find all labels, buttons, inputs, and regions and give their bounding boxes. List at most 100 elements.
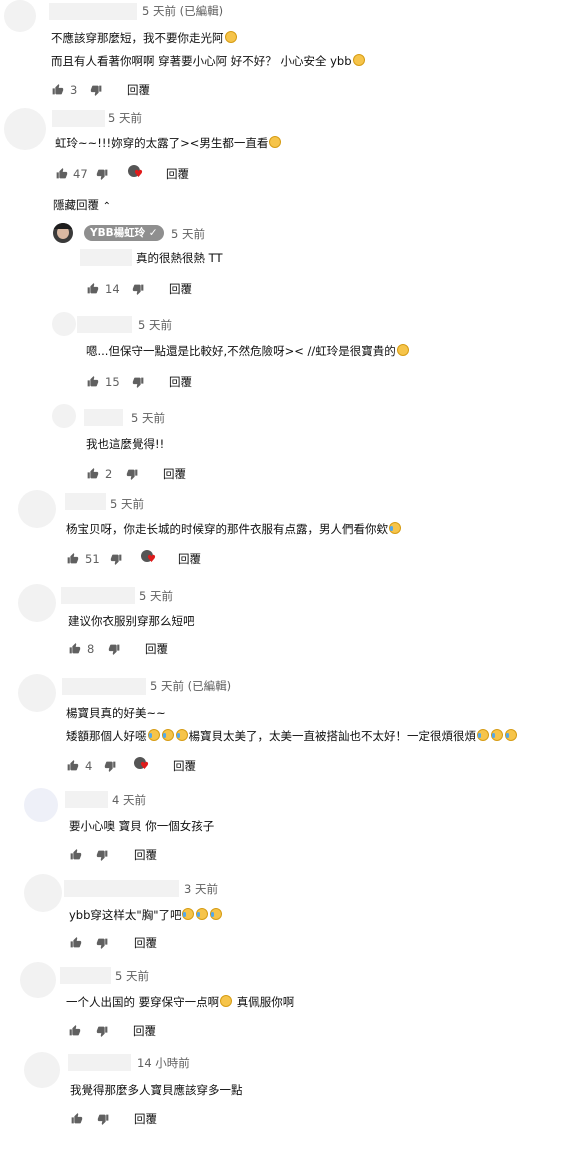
thumb-down-icon[interactable] bbox=[132, 283, 145, 296]
comment-time[interactable]: 5 天前 bbox=[171, 226, 205, 242]
reply-button[interactable]: 回覆 bbox=[166, 166, 189, 182]
comment-time[interactable]: 5 天前 bbox=[138, 317, 172, 333]
author-name[interactable] bbox=[60, 967, 111, 984]
avatar[interactable] bbox=[24, 1052, 60, 1088]
thumb-up-icon[interactable] bbox=[69, 936, 82, 949]
creator-heart-icon: ♥ bbox=[141, 550, 159, 568]
thumb-up-icon[interactable] bbox=[51, 83, 64, 96]
laughing-emoji-icon bbox=[147, 729, 160, 741]
comment: 5 天前 (已編輯) 楊寶貝真的好美~~ 矮額那個人好噁 楊寶貝太美了，太美一直被… bbox=[0, 672, 580, 782]
comment-time[interactable]: 5 天前 bbox=[108, 110, 142, 126]
thumb-up-icon[interactable] bbox=[66, 552, 79, 565]
thumb-down-icon[interactable] bbox=[110, 553, 123, 566]
sparkle-emoji-icon bbox=[396, 344, 409, 356]
thumb-up-icon[interactable] bbox=[68, 642, 81, 655]
thumb-down-icon[interactable] bbox=[96, 849, 109, 862]
thumb-up-icon[interactable] bbox=[86, 375, 99, 388]
thumb-down-icon[interactable] bbox=[96, 168, 109, 181]
comment-text: ybb穿这样太"胸"了吧 bbox=[69, 907, 223, 923]
author-name[interactable] bbox=[62, 678, 146, 695]
author-name[interactable] bbox=[65, 791, 108, 808]
thumb-up-icon[interactable] bbox=[66, 759, 79, 772]
reply-button[interactable]: 回覆 bbox=[134, 1111, 157, 1127]
reply-button[interactable]: 回覆 bbox=[169, 374, 192, 390]
thumb-up-icon[interactable] bbox=[69, 848, 82, 861]
avatar[interactable] bbox=[4, 0, 36, 32]
laughing-emoji-icon bbox=[182, 908, 195, 920]
thumb-down-icon[interactable] bbox=[104, 760, 117, 773]
thumb-down-icon[interactable] bbox=[90, 84, 103, 97]
avatar[interactable] bbox=[18, 674, 56, 712]
reply-button[interactable]: 回覆 bbox=[133, 1023, 156, 1039]
comment-text-line: 嗯...但保守一點還是比較好,不然危險呀>< //虹玲是很寶貴的 bbox=[86, 344, 396, 358]
avatar[interactable] bbox=[53, 223, 73, 243]
comment-actions: 14 回覆 bbox=[86, 281, 206, 299]
comment-text-line: 矮額那個人好噁 bbox=[66, 729, 147, 743]
author-name[interactable] bbox=[49, 3, 137, 20]
thumb-down-icon[interactable] bbox=[96, 937, 109, 950]
reply-button[interactable]: 回覆 bbox=[178, 551, 201, 567]
comment-text: 楊寶貝真的好美~~ bbox=[66, 706, 166, 720]
comment-text: 而且有人看著你啊啊 穿著要小心阿 好不好？ 小心安全 ybb bbox=[51, 53, 366, 69]
author-name: YBB楊虹玲 bbox=[90, 227, 146, 239]
avatar[interactable] bbox=[18, 584, 56, 622]
reply-button[interactable]: 回覆 bbox=[163, 466, 186, 482]
mention[interactable] bbox=[80, 249, 132, 266]
creator-author-chip[interactable]: YBB楊虹玲 ✓ bbox=[84, 225, 164, 241]
reply: 5 天前 我也這麼覺得!! 2 回覆 bbox=[0, 402, 580, 487]
comment-actions: 回覆 bbox=[69, 935, 189, 953]
hide-replies-button[interactable]: 隱藏回覆 ⌃ bbox=[53, 197, 111, 215]
like-count: 15 bbox=[105, 375, 120, 389]
reply-button[interactable]: 回覆 bbox=[173, 758, 196, 774]
comment-time[interactable]: 5 天前 (已編輯) bbox=[150, 678, 231, 694]
comment-time[interactable]: 5 天前 (已編輯) bbox=[142, 3, 223, 19]
reply: YBB楊虹玲 ✓ 5 天前 真的很熱很熱 TT 14 回覆 bbox=[0, 220, 580, 305]
reply-button[interactable]: 回覆 bbox=[145, 641, 168, 657]
comment-time[interactable]: 4 天前 bbox=[112, 792, 146, 808]
avatar[interactable] bbox=[20, 962, 56, 998]
author-name[interactable] bbox=[65, 493, 106, 510]
avatar[interactable] bbox=[52, 404, 76, 428]
comment-text-line: 杨宝贝呀，你走长城的时候穿的那件衣服有点露，男人們看你欸 bbox=[66, 522, 388, 536]
comment-time[interactable]: 5 天前 bbox=[110, 496, 144, 512]
author-name[interactable] bbox=[77, 316, 132, 333]
thumb-down-icon[interactable] bbox=[96, 1025, 109, 1038]
comment-time[interactable]: 5 天前 bbox=[131, 410, 165, 426]
author-name[interactable] bbox=[61, 587, 135, 604]
reply-button[interactable]: 回覆 bbox=[134, 935, 157, 951]
like-count: 47 bbox=[73, 167, 88, 181]
avatar[interactable] bbox=[4, 108, 46, 150]
like-count: 3 bbox=[70, 83, 78, 97]
avatar[interactable] bbox=[24, 874, 62, 912]
thumb-up-icon[interactable] bbox=[55, 167, 68, 180]
author-name[interactable] bbox=[84, 409, 123, 426]
thumb-down-icon[interactable] bbox=[97, 1113, 110, 1126]
author-name[interactable] bbox=[68, 1054, 131, 1071]
comment-text: 嗯...但保守一點還是比較好,不然危險呀>< //虹玲是很寶貴的 bbox=[86, 343, 410, 359]
thumb-up-icon[interactable] bbox=[68, 1024, 81, 1037]
laughing-emoji-icon bbox=[196, 908, 209, 920]
reply-button[interactable]: 回覆 bbox=[169, 281, 192, 297]
thumb-up-icon[interactable] bbox=[70, 1112, 83, 1125]
author-name[interactable] bbox=[52, 110, 105, 127]
comment-actions: 15 回覆 bbox=[86, 374, 206, 392]
comment-time[interactable]: 14 小時前 bbox=[137, 1055, 190, 1071]
author-name[interactable] bbox=[64, 880, 179, 897]
comment-time[interactable]: 3 天前 bbox=[184, 881, 218, 897]
comment: 5 天前 一个人出国的 要穿保守一点啊 真佩服你啊 回覆 bbox=[0, 962, 580, 1042]
laughing-emoji-icon bbox=[491, 729, 503, 741]
comment-text: 要小心噢 寶貝 你一個女孩子 bbox=[69, 819, 215, 833]
comment-time[interactable]: 5 天前 bbox=[139, 588, 173, 604]
thumb-down-icon[interactable] bbox=[126, 468, 139, 481]
thumb-down-icon[interactable] bbox=[108, 643, 121, 656]
avatar[interactable] bbox=[52, 312, 76, 336]
reply-button[interactable]: 回覆 bbox=[127, 82, 150, 98]
laughing-emoji-icon bbox=[389, 522, 401, 534]
comment-time[interactable]: 5 天前 bbox=[115, 968, 149, 984]
reply-button[interactable]: 回覆 bbox=[134, 847, 157, 863]
thumb-up-icon[interactable] bbox=[86, 282, 99, 295]
avatar[interactable] bbox=[24, 788, 58, 822]
avatar[interactable] bbox=[18, 490, 56, 528]
thumb-down-icon[interactable] bbox=[132, 376, 145, 389]
thumb-up-icon[interactable] bbox=[86, 467, 99, 480]
